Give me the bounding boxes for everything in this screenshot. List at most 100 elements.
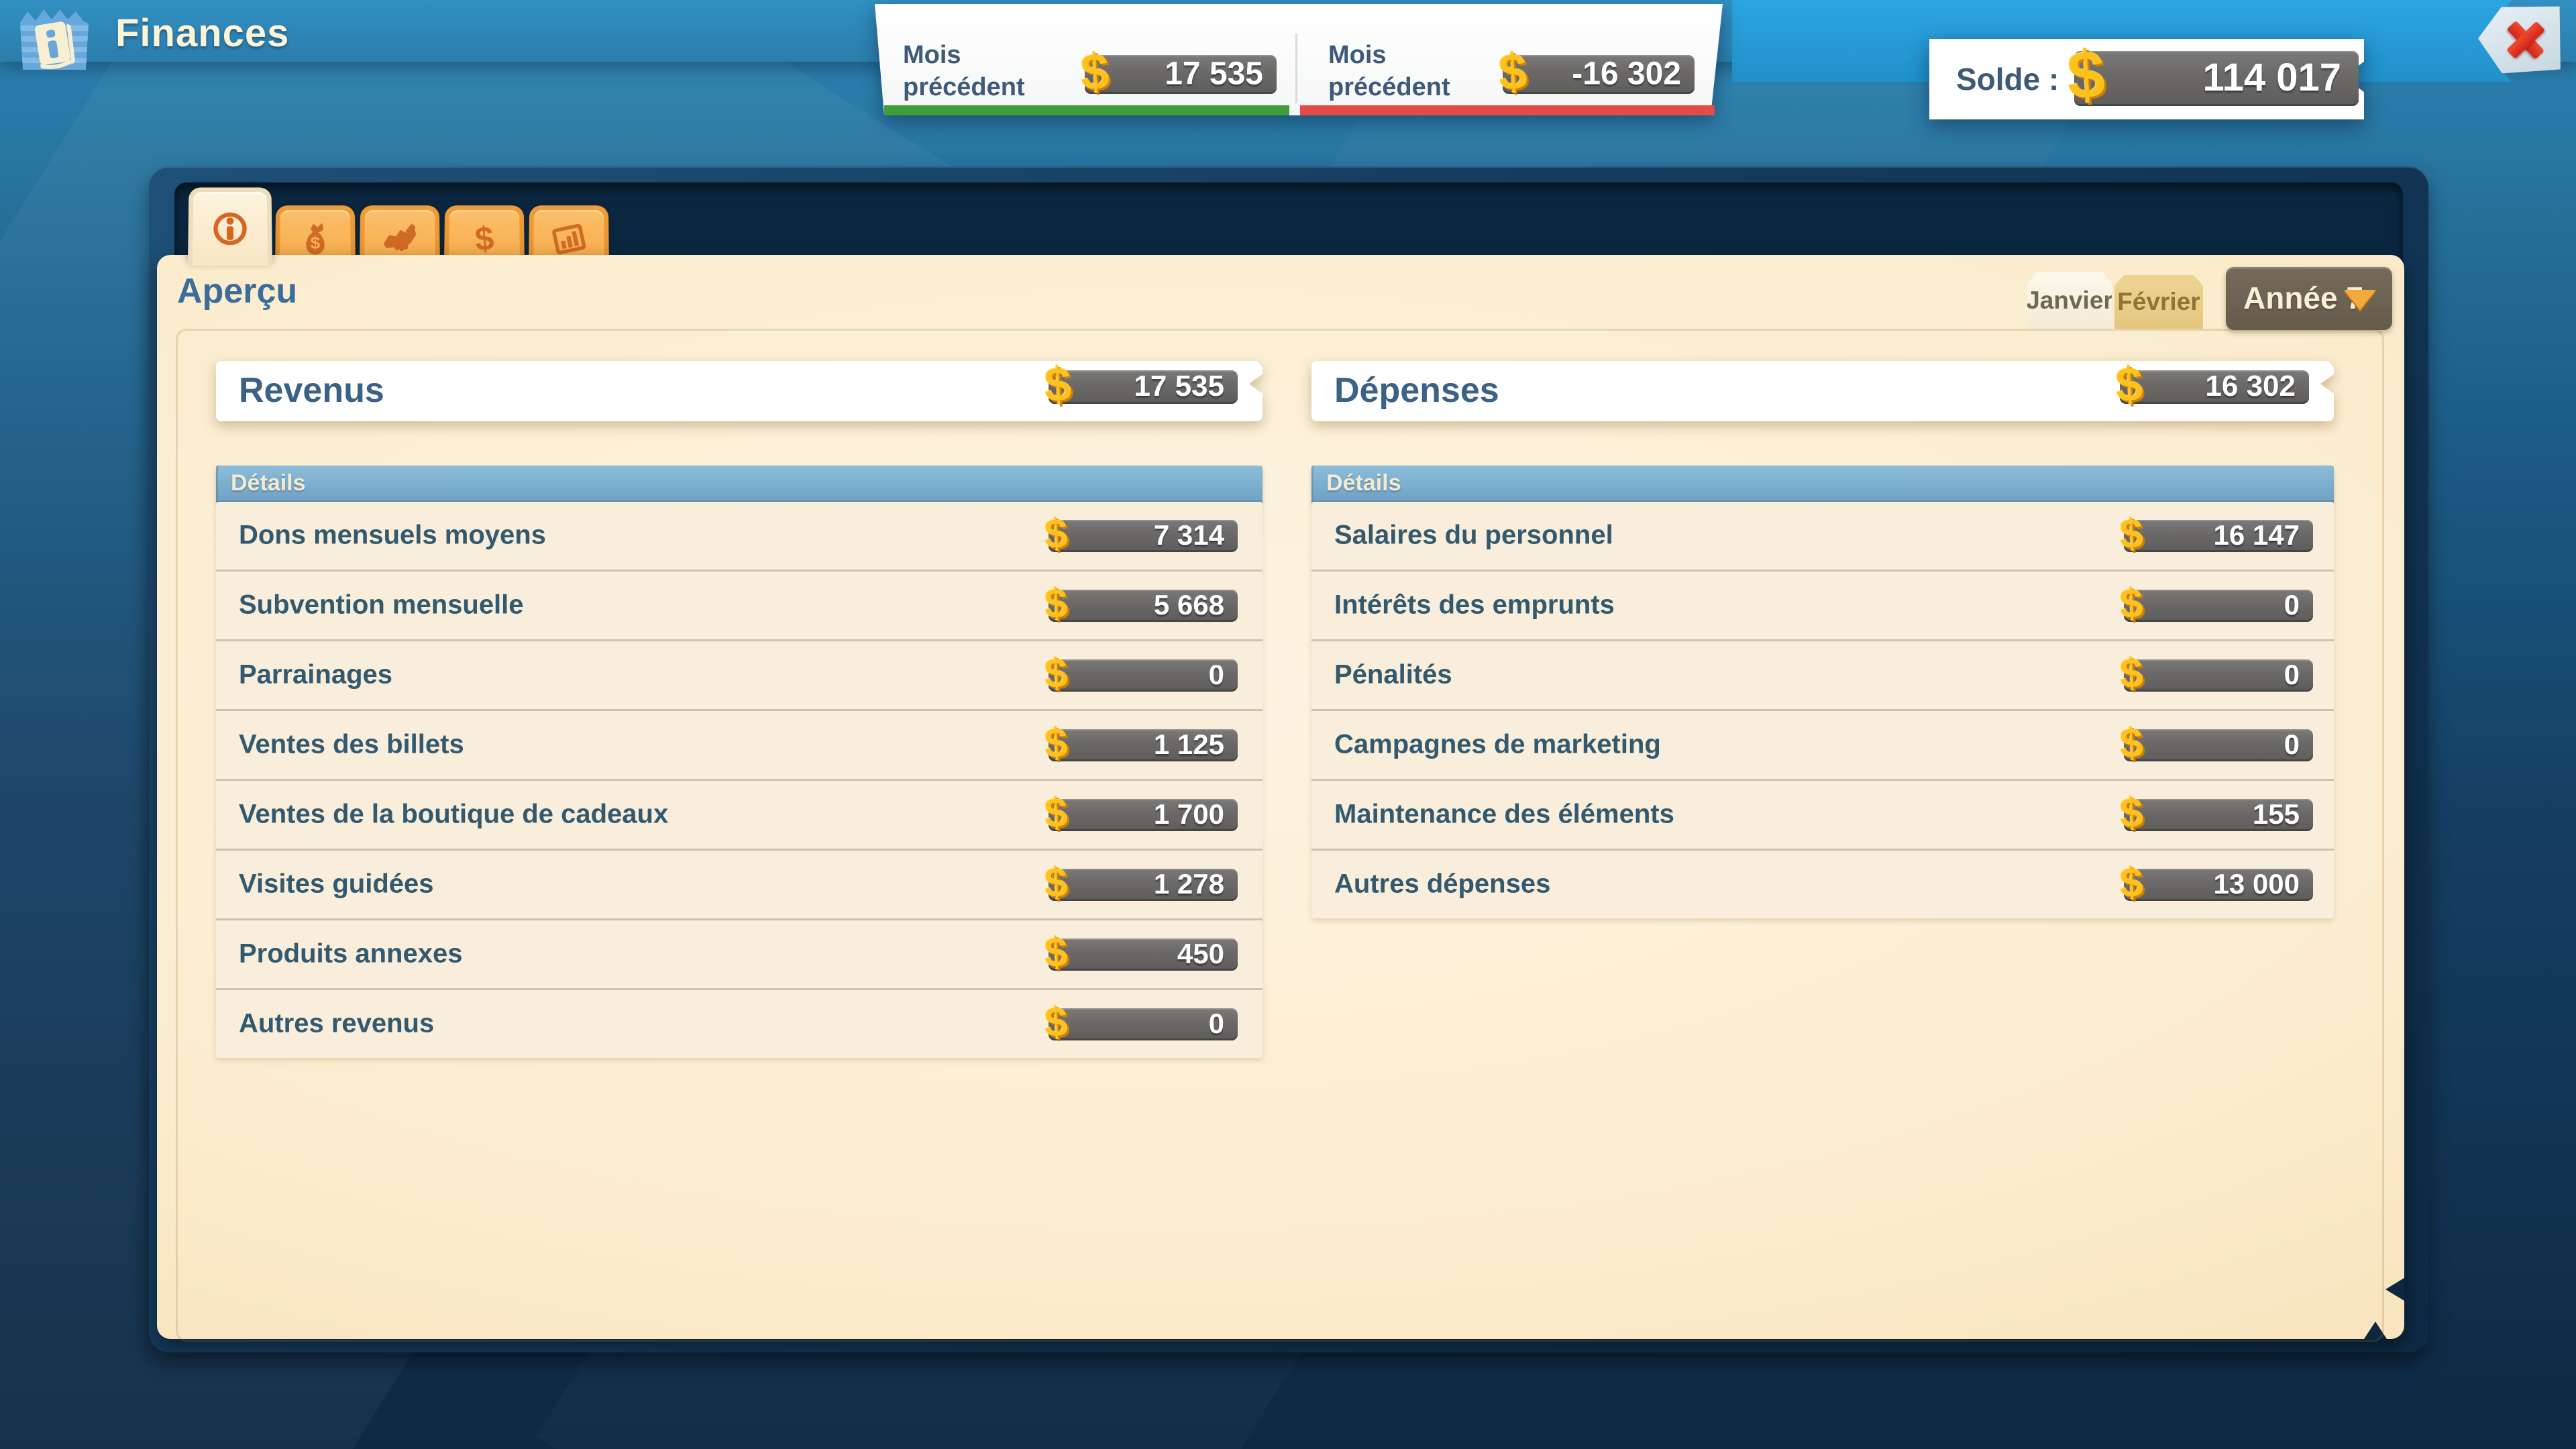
row-label: Autres dépenses [1334, 869, 1550, 899]
balance-badge: $ 114 017 [2074, 51, 2359, 106]
income-positive-bar [884, 105, 1289, 115]
row-value: 5 668 [1154, 589, 1224, 621]
month-tab-janvier[interactable]: Janvier [2027, 272, 2112, 329]
tab-overview-face [193, 192, 268, 266]
row-label: Campagnes de marketing [1334, 729, 1661, 759]
dollar-icon: $ [1043, 718, 1069, 767]
row-value: 1 700 [1154, 798, 1224, 830]
row-value: 0 [1209, 1008, 1224, 1040]
row-value: 16 147 [2214, 519, 2300, 551]
month-tab-label: Janvier [2026, 286, 2113, 315]
month-tab-fevrier[interactable]: Février [2114, 275, 2203, 329]
section-title: Aperçu [177, 271, 297, 311]
expense-row: Salaires du personnel $16 147 [1311, 502, 2334, 570]
expense-negative-bar [1300, 105, 1715, 115]
revenues-total-badge: $ 17 535 [1049, 370, 1238, 404]
row-label: Dons mensuels moyens [239, 520, 546, 550]
previous-month-income-value: 17 535 [1165, 55, 1263, 92]
dollar-icon: $ [2118, 649, 2144, 698]
summary-divider [1295, 34, 1297, 103]
expenses-title: Dépenses [1334, 370, 1499, 411]
row-value: 1 278 [1154, 868, 1224, 900]
torn-edge-notch [2385, 1278, 2404, 1301]
expenses-details-header: Détails [1311, 466, 2334, 504]
row-value-badge: $1 700 [1049, 799, 1238, 831]
dollar-icon: $ [1043, 998, 1069, 1046]
dollar-icon: $ [1043, 357, 1073, 413]
bar-chart-icon [549, 219, 588, 258]
row-value-badge: $155 [2124, 799, 2313, 831]
row-value: 0 [2284, 589, 2300, 621]
expense-row: Autres dépenses $13 000 [1311, 849, 2334, 918]
previous-month-summary: Mois précédent $ 17 535 Mois précédent $… [864, 4, 1725, 115]
revenue-row: Produits annexes $450 [216, 918, 1263, 988]
dollar-icon: $ [1043, 858, 1069, 907]
row-label: Salaires du personnel [1334, 520, 1613, 550]
chevron-down-icon [2344, 290, 2376, 310]
row-value-badge: $0 [2124, 729, 2313, 761]
revenues-details-header: Détails [216, 466, 1263, 504]
row-value-badge: $1 125 [1049, 729, 1238, 761]
row-value: 155 [2253, 798, 2300, 830]
expense-row: Intérêts des emprunts $0 [1311, 570, 2334, 639]
expenses-total-badge: $ 16 302 [2120, 370, 2309, 404]
row-label: Pénalités [1334, 659, 1452, 690]
dollar-icon: $ [1043, 928, 1069, 977]
row-label: Ventes de la boutique de cadeaux [239, 799, 668, 829]
row-label: Autres revenus [239, 1008, 434, 1038]
tab-overview[interactable] [188, 187, 272, 266]
row-value-badge: $450 [1049, 938, 1238, 971]
expenses-header-card: Dépenses $ 16 302 [1311, 361, 2334, 421]
dollar-icon: $ [2065, 36, 2107, 115]
details-header-label: Détails [216, 470, 306, 496]
dollar-icon: $ [2114, 357, 2144, 413]
row-label: Visites guidées [239, 869, 434, 899]
expenses-list: Salaires du personnel $16 147 Intérêts d… [1311, 502, 2334, 918]
row-label: Parrainages [239, 659, 392, 690]
previous-month-expense-value: -16 302 [1572, 55, 1681, 92]
handshake-icon [380, 219, 419, 258]
row-value: 1 125 [1154, 729, 1224, 761]
dollar-icon: $ [1043, 649, 1069, 698]
dollar-icon: $ [2118, 579, 2144, 628]
revenue-row: Dons mensuels moyens $7 314 [216, 502, 1263, 570]
balance-panel: Solde : $ 114 017 [1929, 39, 2364, 119]
dollar-icon: $ [2118, 509, 2144, 558]
revenues-total-value: 17 535 [1134, 370, 1224, 403]
previous-month-expense-label: Mois précédent [1328, 39, 1489, 103]
year-dropdown[interactable]: Année 7 [2226, 267, 2392, 330]
expenses-total-value: 16 302 [2205, 370, 2296, 403]
revenues-header-card: Revenus $ 17 535 [216, 361, 1263, 421]
revenue-row: Ventes de la boutique de cadeaux $1 700 [216, 779, 1263, 849]
row-label: Intérêts des emprunts [1334, 590, 1615, 620]
month-tab-label: Février [2117, 288, 2200, 316]
balance-value: 114 017 [2203, 55, 2341, 100]
row-label: Ventes des billets [239, 729, 464, 759]
finances-screen: Finances Mois précédent $ 17 535 Mois pr… [0, 0, 2576, 1449]
expense-row: Campagnes de marketing $0 [1311, 709, 2334, 779]
revenues-title: Revenus [239, 370, 384, 411]
row-label: Maintenance des éléments [1334, 799, 1674, 829]
revenue-row: Parrainages $0 [216, 639, 1263, 709]
expense-row: Pénalités $0 [1311, 639, 2334, 709]
dollar-icon: $ [1497, 42, 1529, 102]
row-value-badge: $16 147 [2124, 520, 2313, 552]
previous-month-income-label: Mois précédent [903, 39, 1064, 103]
row-value: 0 [2284, 659, 2300, 691]
dollar-icon: $ [1079, 42, 1111, 102]
revenues-list: Dons mensuels moyens $7 314 Subvention m… [216, 502, 1263, 1058]
page-title: Finances [115, 11, 289, 56]
dollar-icon: $ [1043, 788, 1069, 837]
row-value-badge: $0 [2124, 590, 2313, 622]
dollar-icon: $ [1043, 579, 1069, 628]
balance-label: Solde : [1956, 61, 2059, 97]
money-bag-icon: $ [297, 220, 334, 257]
row-value-badge: $13 000 [2124, 869, 2313, 901]
previous-month-expense-badge: $ -16 302 [1503, 55, 1695, 94]
row-label: Produits annexes [239, 938, 462, 969]
row-value-badge: $0 [1049, 659, 1238, 692]
svg-text:$: $ [474, 220, 496, 257]
previous-month-income-badge: $ 17 535 [1085, 55, 1277, 94]
row-label: Subvention mensuelle [239, 590, 524, 620]
info-icon [211, 209, 250, 247]
